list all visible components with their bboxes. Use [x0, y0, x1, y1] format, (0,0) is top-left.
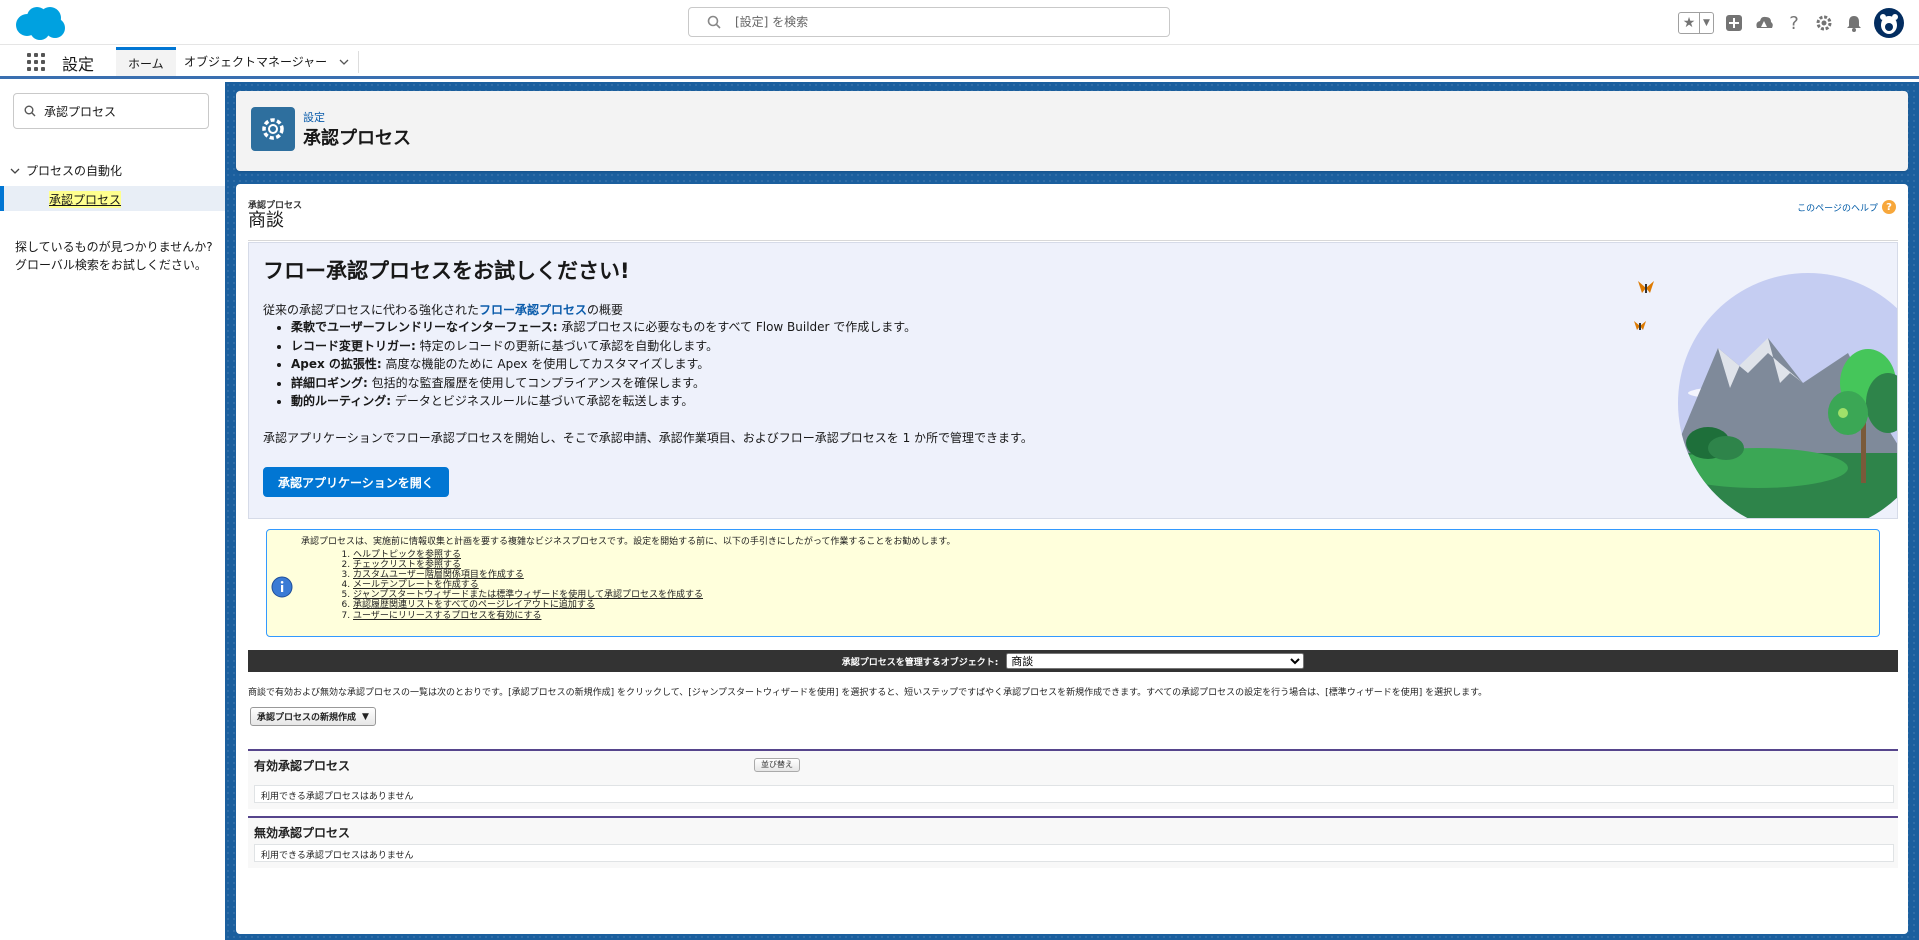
reorder-button[interactable]: 並び替え: [754, 758, 800, 772]
flow-approval-link[interactable]: フロー承認プロセス: [479, 303, 587, 317]
help-link-label: このページのヘルプ: [1797, 203, 1878, 214]
page-header: 設定 承認プロセス: [236, 91, 1908, 171]
tab-home-label: ホーム: [128, 56, 164, 71]
page-title: 承認プロセス: [303, 128, 411, 149]
caret-down-icon: ▼: [362, 711, 369, 722]
info-steps: ヘルプトピックを参照する チェックリストを参照する カスタムユーザー階層関係項目…: [331, 550, 703, 621]
info-text: 承認プロセスは、実施前に情報収集と計画を要する複雑なビジネスプロセスです。設定を…: [301, 537, 956, 547]
plus-icon[interactable]: [1724, 13, 1744, 33]
quick-find[interactable]: [13, 93, 209, 129]
app-name: 設定: [62, 55, 95, 74]
help-for-this-page-link[interactable]: このページのヘルプ ?: [1797, 200, 1896, 214]
global-search-input[interactable]: [733, 12, 1153, 32]
intro-text: 従来の承認プロセスに代わる強化された: [263, 303, 480, 317]
tab-home[interactable]: ホーム: [116, 47, 176, 76]
list-item[interactable]: メールテンプレートを作成する: [353, 580, 703, 590]
approval-info-box: 承認プロセスは、実施前に情報収集と計画を要する複雑なビジネスプロセスです。設定を…: [266, 529, 1880, 637]
header-actions: ★ ▼ ?: [1678, 8, 1904, 38]
gear-icon[interactable]: [1814, 13, 1834, 33]
sidebar-help-line: グローバル検索をお試しください。: [15, 258, 207, 272]
help-icon: ?: [1882, 200, 1896, 214]
empty-row: 利用できる承認プロセスはありません: [254, 844, 1894, 862]
list-item[interactable]: チェックリストを参照する: [353, 560, 703, 570]
list-item[interactable]: ジャンプスタートウィザードまたは標準ウィザードを使用して承認プロセスを作成する: [353, 590, 703, 600]
tab-object-manager[interactable]: オブジェクトマネージャー: [172, 47, 361, 76]
divider: [248, 240, 1898, 241]
nav-divider: [358, 51, 359, 73]
tree-group-label: プロセスの自動化: [26, 164, 123, 178]
list-item[interactable]: カスタムユーザー階層関係項目を作成する: [353, 570, 703, 580]
breadcrumb-object: 商談: [248, 210, 284, 231]
list-item: 動的ルーティング: データとビジネスルールに基づいて承認を転送します。: [291, 392, 916, 411]
chevron-down-icon[interactable]: ▼: [1699, 13, 1713, 33]
info-icon: [271, 576, 293, 598]
inactive-approval-processes: 無効承認プロセス 利用できる承認プロセスはありません: [248, 816, 1898, 868]
object-selector-label: 承認プロセスを管理するオブジェクト:: [841, 657, 999, 668]
empty-row: 利用できる承認プロセスはありません: [254, 785, 1894, 803]
banner-summary: 承認アプリケーションでフロー承認プロセスを開始し、そこで承認申請、承認作業項目、…: [263, 431, 1033, 445]
bell-icon[interactable]: [1844, 13, 1864, 33]
sidebar-item-approval-processes[interactable]: 承認プロセス: [0, 186, 225, 211]
sidebar-help-line: 探しているものが見つかりませんか?: [15, 240, 213, 254]
setup-gear-icon: [251, 107, 295, 151]
favorites-group: ★ ▼: [1678, 12, 1714, 34]
landscape-illustration: [1634, 273, 1897, 518]
chevron-down-icon: [10, 168, 20, 174]
new-approval-process-button[interactable]: 承認プロセスの新規作成 ▼: [250, 707, 376, 726]
open-approval-app-button[interactable]: 承認アプリケーションを開く: [263, 467, 449, 497]
tree-group-process-automation[interactable]: プロセスの自動化: [10, 162, 122, 179]
content-card: 承認プロセス 商談 このページのヘルプ ? フロー承認プロセスをお試しください!…: [236, 184, 1908, 934]
list-item: 柔軟でユーザーフレンドリーなインターフェース: 承認プロセスに必要なものをすべて…: [291, 318, 916, 337]
inactive-list-title: 無効承認プロセス: [254, 826, 351, 840]
list-item[interactable]: 承認履歴関連リストをすべてのページレイアウトに追加する: [353, 600, 703, 610]
list-item: レコード変更トリガー: 特定のレコードの更新に基づいて承認を自動化します。: [291, 337, 916, 356]
intro-text: の概要: [587, 303, 624, 317]
search-icon: [707, 15, 721, 29]
object-select[interactable]: 商談: [1006, 653, 1305, 669]
global-search[interactable]: [688, 7, 1170, 37]
context-bar: 設定 ホーム オブジェクトマネージャー: [0, 45, 1919, 79]
banner-intro: 従来の承認プロセスに代わる強化されたフロー承認プロセスの概要: [263, 301, 623, 318]
search-icon: [24, 105, 36, 117]
list-item: Apex の拡張性: 高度な機能のために Apex を使用してカスタマイズします…: [291, 355, 916, 374]
global-header: ★ ▼ ?: [0, 0, 1919, 45]
trailhead-icon[interactable]: [1754, 13, 1774, 33]
chevron-down-icon[interactable]: [339, 57, 349, 67]
setup-sidebar: プロセスの自動化 承認プロセス 探しているものが見つかりませんか? グローバル検…: [0, 82, 225, 940]
active-approval-processes: 有効承認プロセス 並び替え 利用できる承認プロセスはありません: [248, 749, 1898, 809]
banner-title: フロー承認プロセスをお試しください!: [263, 259, 630, 283]
help-icon[interactable]: ?: [1784, 13, 1804, 34]
object-selector-bar: 承認プロセスを管理するオブジェクト: 商談: [248, 650, 1898, 672]
banner-bullets: 柔軟でユーザーフレンドリーなインターフェース: 承認プロセスに必要なものをすべて…: [277, 318, 916, 411]
new-button-label: 承認プロセスの新規作成: [257, 713, 357, 723]
sidebar-help-text: 探しているものが見つかりませんか? グローバル検索をお試しください。: [15, 238, 220, 274]
list-item: 詳細ロギング: 包括的な監査履歴を使用してコンプライアンスを確保します。: [291, 374, 916, 393]
active-list-title: 有効承認プロセス: [254, 759, 351, 773]
avatar[interactable]: [1874, 8, 1904, 38]
star-icon[interactable]: ★: [1679, 13, 1699, 33]
sidebar-item-label: 承認プロセス: [49, 191, 122, 208]
salesforce-logo[interactable]: [13, 5, 66, 42]
app-launcher-icon[interactable]: [27, 53, 45, 71]
page-eyebrow: 設定: [303, 111, 325, 124]
flow-approval-banner: フロー承認プロセスをお試しください! 従来の承認プロセスに代わる強化されたフロー…: [248, 242, 1898, 519]
list-description: 商談で有効および無効な承認プロセスの一覧は次のとおりです。[承認プロセスの新規作…: [248, 688, 1488, 698]
list-item[interactable]: ユーザーにリリースするプロセスを有効にする: [353, 611, 703, 621]
quick-find-input[interactable]: [42, 102, 202, 120]
tab-object-manager-label: オブジェクトマネージャー: [184, 55, 328, 69]
list-item[interactable]: ヘルプトピックを参照する: [353, 550, 703, 560]
